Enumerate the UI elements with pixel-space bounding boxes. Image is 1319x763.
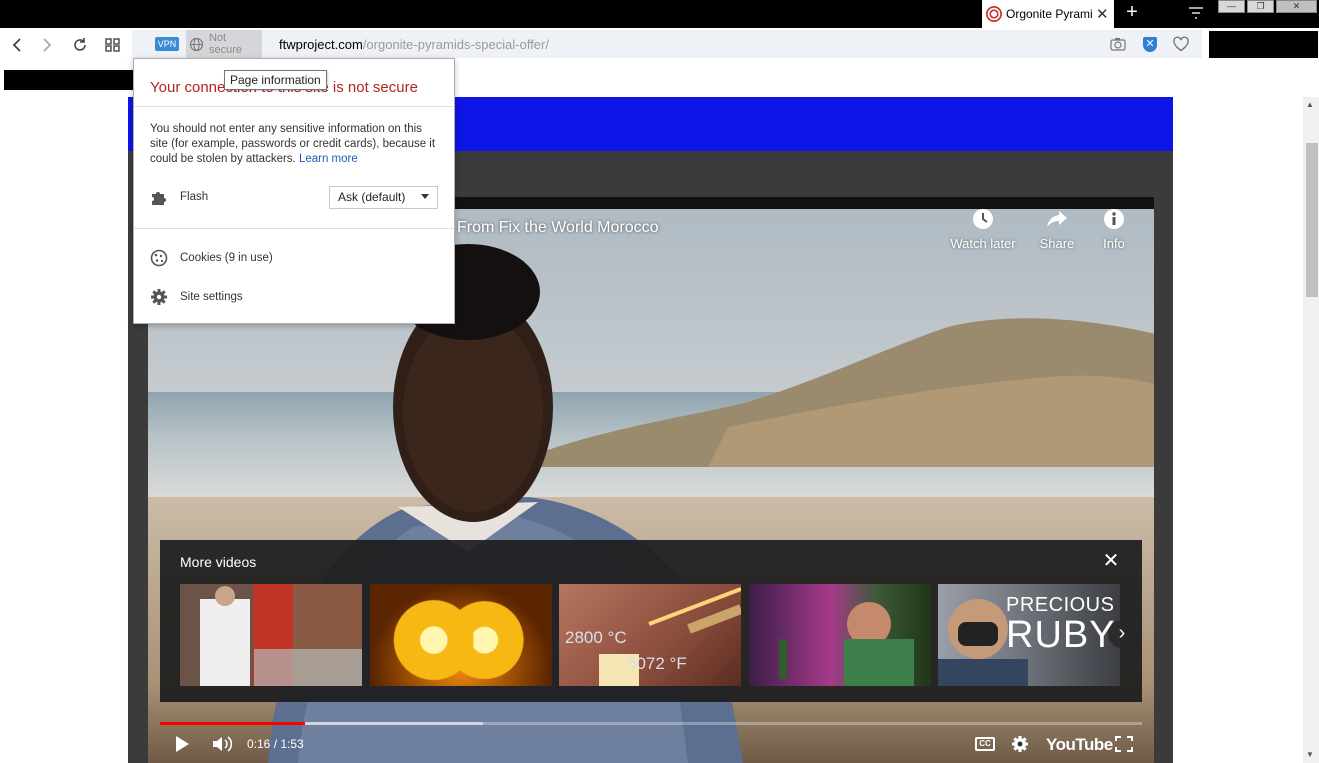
flash-setting-row: Flash [150, 188, 208, 206]
reload-button[interactable] [71, 36, 89, 54]
volume-icon[interactable] [212, 735, 234, 753]
more-videos-heading: More videos [180, 554, 257, 570]
url-path: /orgonite-pyramids-special-offer/ [362, 37, 549, 52]
browser-tab[interactable]: Orgonite Pyramids ✕ [982, 0, 1114, 28]
security-label: Not secure [208, 32, 242, 56]
video-thumbnail[interactable] [180, 584, 362, 686]
globe-icon [189, 37, 204, 51]
info-label: Info [1103, 236, 1125, 251]
video-thumbnail[interactable]: PRECIOUS RUBY [938, 584, 1120, 686]
window-controls: — ❐ ✕ [1218, 0, 1319, 14]
info-icon [1104, 209, 1124, 229]
gear-icon [151, 289, 167, 305]
puzzle-piece-icon [152, 192, 166, 205]
tab-title: Orgonite Pyramids [1006, 7, 1092, 21]
back-button[interactable] [8, 36, 26, 54]
time-display: 0:16 / 1:53 [247, 737, 304, 751]
fullscreen-icon[interactable] [1115, 736, 1133, 752]
vpn-badge[interactable]: VPN [155, 37, 179, 51]
progress-played [160, 722, 305, 725]
thumbnail-overlay-text: 5072 °F [627, 654, 687, 673]
video-thumbnail[interactable]: 2800 °C 5072 °F [559, 584, 741, 686]
minimize-button[interactable]: — [1218, 0, 1245, 13]
site-security-button[interactable]: Not secure [186, 30, 262, 58]
chevron-down-icon [421, 194, 429, 199]
scrollbar-thumb[interactable] [1306, 143, 1318, 297]
thumbnail-overlay-text: RUBY [1006, 614, 1116, 656]
chevron-right-icon[interactable]: › [1108, 620, 1136, 648]
info-button[interactable]: Info [1074, 208, 1154, 251]
clock-icon [973, 209, 993, 229]
camera-icon[interactable] [1110, 37, 1126, 51]
divider [134, 228, 454, 229]
maximize-button[interactable]: ❐ [1247, 0, 1274, 13]
cookies-link[interactable]: Cookies (9 in use) [150, 249, 273, 267]
learn-more-link[interactable]: Learn more [299, 153, 358, 165]
popup-description-text: You should not enter any sensitive infor… [150, 123, 436, 165]
youtube-logo[interactable]: YouTube [1046, 735, 1113, 755]
captions-icon[interactable]: CC [975, 737, 995, 751]
popup-description: You should not enter any sensitive infor… [150, 122, 442, 167]
video-thumbnail[interactable] [749, 584, 931, 686]
new-tab-button[interactable]: + [1121, 2, 1143, 24]
tab-menu-icon[interactable] [1186, 4, 1206, 22]
url-host: ftwproject.com [279, 37, 363, 52]
close-window-button[interactable]: ✕ [1276, 0, 1317, 13]
watch-later-label: Watch later [950, 236, 1016, 251]
page-information-tooltip: Page information [224, 70, 327, 90]
site-settings-link[interactable]: Site settings [150, 288, 243, 306]
gear-icon[interactable] [1011, 735, 1029, 753]
thumbnail-overlay-text: 2800 °C [565, 628, 627, 647]
scroll-up-icon[interactable]: ▲ [1306, 100, 1314, 109]
redacted-area [1209, 31, 1318, 58]
adblock-shield-icon[interactable]: ✕ [1143, 37, 1157, 52]
play-icon[interactable] [174, 735, 190, 753]
forward-button[interactable] [38, 36, 56, 54]
share-arrow-icon [1047, 211, 1067, 227]
cookie-icon [150, 249, 168, 267]
divider [134, 106, 454, 107]
tab-close-icon[interactable]: ✕ [1096, 5, 1109, 23]
redacted-area [4, 70, 134, 90]
site-settings-label: Site settings [180, 291, 243, 303]
heart-icon[interactable] [1172, 36, 1190, 52]
video-thumbnail[interactable] [370, 584, 552, 686]
flash-label: Flash [180, 191, 209, 203]
close-icon[interactable]: ✕ [1102, 551, 1120, 571]
video-title[interactable]: From Fix the World Morocco [457, 219, 659, 237]
url-text[interactable]: ftwproject.com/orgonite-pyramids-special… [279, 37, 549, 52]
cookies-label: Cookies (9 in use) [180, 252, 273, 264]
speed-dial-icon[interactable] [104, 36, 122, 54]
watch-later-button[interactable]: Watch later [943, 208, 1023, 251]
site-favicon [986, 6, 1002, 22]
scroll-down-icon[interactable]: ▼ [1306, 750, 1314, 759]
